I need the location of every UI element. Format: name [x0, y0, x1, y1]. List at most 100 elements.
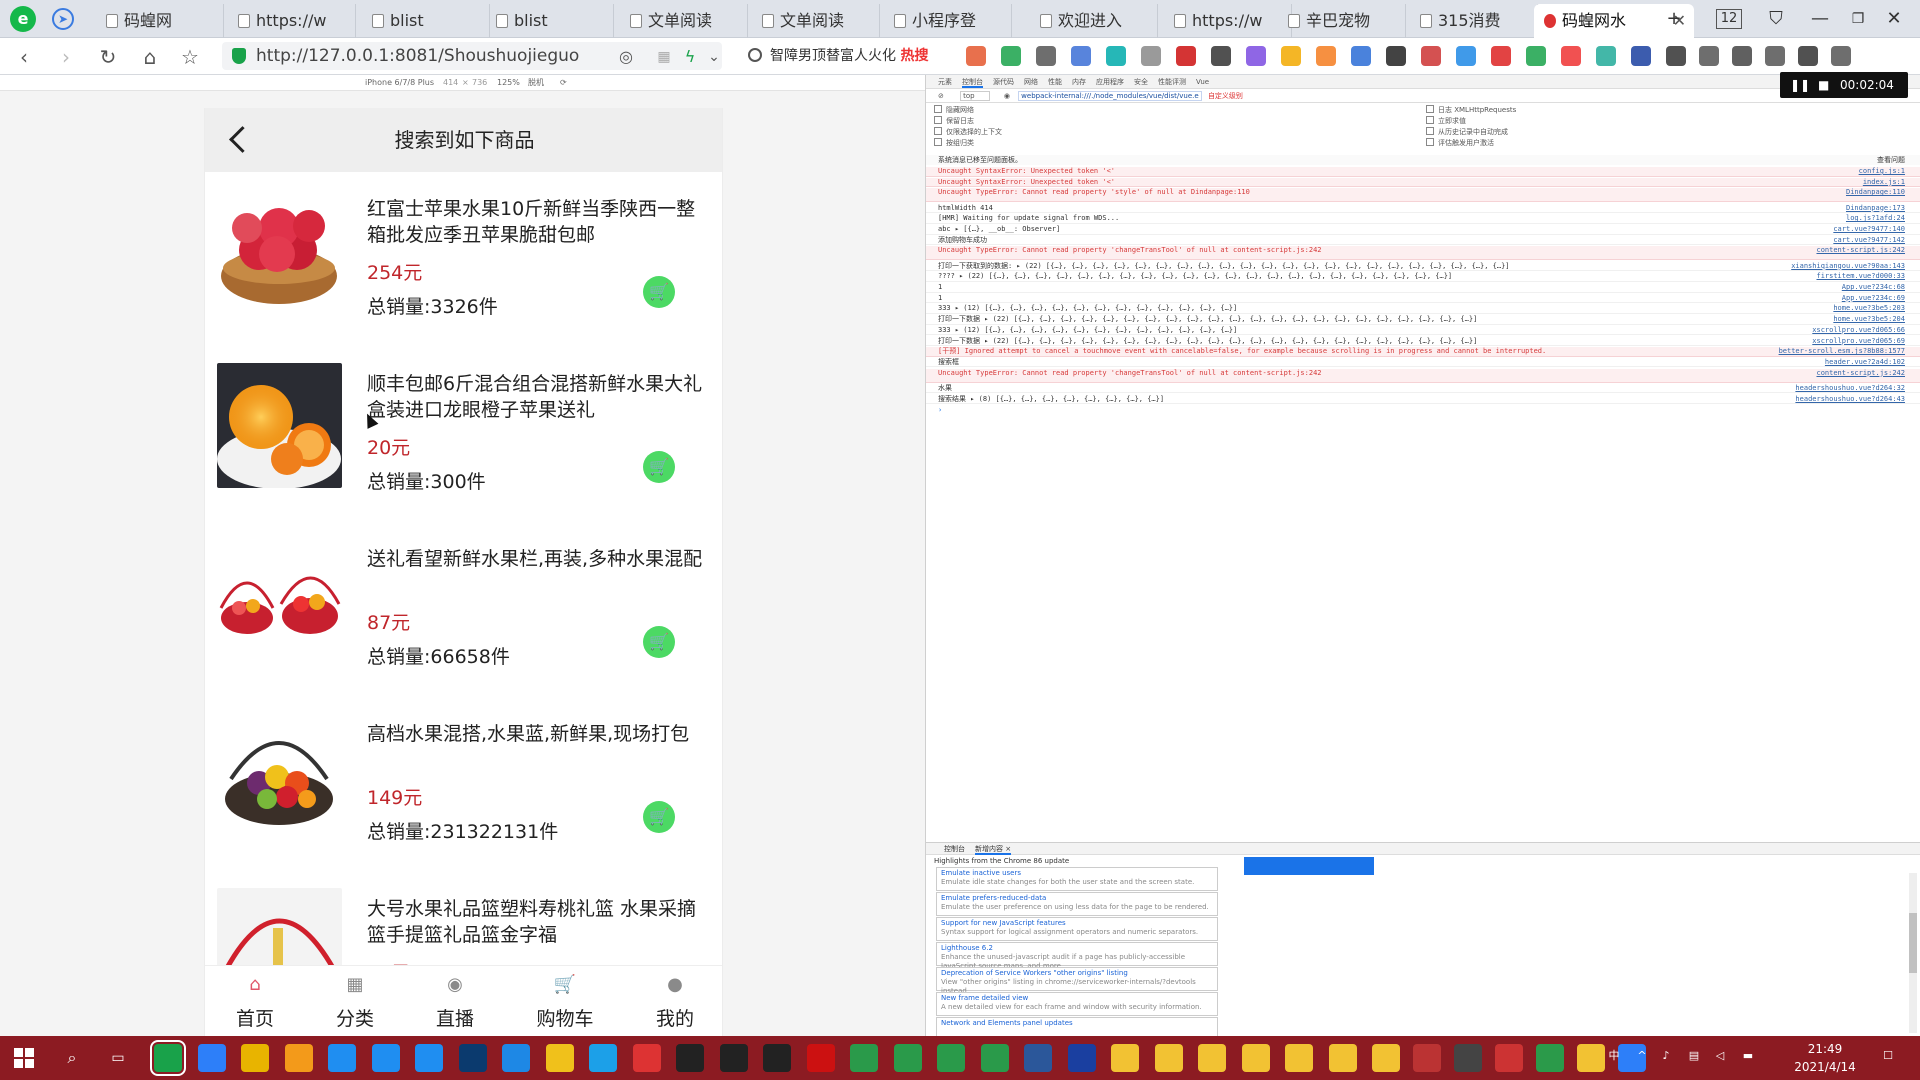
record-app-icon[interactable]: [632, 1044, 661, 1072]
game-icon[interactable]: [1386, 46, 1406, 66]
braces-icon[interactable]: [1141, 46, 1161, 66]
throttle-select[interactable]: 脱机: [528, 75, 544, 91]
console-source-link[interactable]: headershoushuo.vue?d264:43: [1795, 395, 1905, 404]
shield-icon[interactable]: [1281, 46, 1301, 66]
terminal2-app-icon[interactable]: [719, 1044, 748, 1072]
whatsnew-title[interactable]: Network and Elements panel updates: [941, 1019, 1073, 1027]
devtools-tab[interactable]: Vue: [1196, 78, 1209, 86]
devtools-tab[interactable]: 元素: [938, 78, 952, 86]
pycharm2-app-icon[interactable]: [893, 1044, 922, 1072]
console-source-link[interactable]: App.vue?234c:69: [1842, 294, 1905, 303]
undo-icon[interactable]: [1798, 46, 1818, 66]
qr-code-icon[interactable]: ▦: [650, 43, 678, 71]
console-option-checkbox[interactable]: 从历史记录中自动完成: [1426, 127, 1508, 137]
filter-input[interactable]: webpack-internal:///./node_modules/vue/d…: [1018, 91, 1202, 101]
adblock-icon[interactable]: [1561, 46, 1581, 66]
home-icon[interactable]: ⌂: [136, 43, 164, 71]
tabbar-item[interactable]: ⌂ 首页: [205, 966, 305, 1036]
drawer-tab[interactable]: 控制台: [944, 845, 965, 853]
terminal-app-icon[interactable]: [676, 1044, 704, 1072]
console-source-link[interactable]: config.js:1: [1859, 167, 1905, 176]
device-width[interactable]: 414: [443, 75, 458, 91]
devtools-tab[interactable]: 安全: [1134, 78, 1148, 86]
flag-icon[interactable]: [1526, 46, 1546, 66]
menu-icon[interactable]: [1831, 46, 1851, 66]
whatsnew-title[interactable]: Emulate inactive users: [941, 869, 1021, 877]
add-to-cart-icon[interactable]: 🛒: [643, 451, 675, 483]
shirt-skin-icon[interactable]: ⛉: [1764, 6, 1788, 32]
browser-logo-icon[interactable]: e: [10, 6, 36, 32]
cube-icon[interactable]: [1421, 46, 1441, 66]
wechat-app-icon[interactable]: [150, 1040, 186, 1076]
pycharm4-app-icon[interactable]: [980, 1044, 1009, 1072]
product-name[interactable]: 红富士苹果水果10斤新鲜当季陕西一整箱批发应季丑苹果脆甜包邮: [367, 196, 707, 248]
folder-app-icon[interactable]: [1111, 1044, 1139, 1072]
back-icon[interactable]: ‹: [10, 43, 38, 71]
zoom-select[interactable]: 125%: [497, 75, 520, 91]
whatsnew-title[interactable]: Lighthouse 6.2: [941, 944, 993, 952]
terminal3-app-icon[interactable]: [763, 1044, 791, 1072]
browser-tab[interactable]: 文单阅读: [620, 4, 748, 38]
chrome-app-icon[interactable]: [241, 1044, 269, 1072]
stop-icon[interactable]: ■: [1818, 72, 1829, 98]
chevron-up-icon[interactable]: ^: [1634, 1048, 1650, 1064]
palette-icon[interactable]: [1596, 46, 1616, 66]
restore-button[interactable]: ❐: [1846, 6, 1870, 32]
console-source-link[interactable]: better-scroll.esm.js?8b88:1577: [1779, 347, 1905, 356]
console-option-checkbox[interactable]: 仅限选择的上下文: [934, 127, 1002, 137]
console-option-checkbox[interactable]: 按组归类: [934, 138, 974, 148]
screenshot-icon[interactable]: [1071, 46, 1091, 66]
whatsnew-title[interactable]: Emulate prefers-reduced-data: [941, 894, 1046, 902]
url-field[interactable]: http://127.0.0.1:8081/Shoushuojieguo: [222, 42, 722, 70]
crop-icon[interactable]: [1699, 46, 1719, 66]
mail-icon[interactable]: [1491, 46, 1511, 66]
console-source-link[interactable]: xscrollpro.vue?d065:66: [1812, 326, 1905, 335]
files-app-icon[interactable]: [589, 1044, 617, 1072]
notes-icon[interactable]: [1246, 46, 1266, 66]
mail-app-icon[interactable]: [1495, 1044, 1523, 1072]
product-item[interactable]: 送礼看望新鲜水果栏,再装,多种水果混配 87元 总销量:66658件 🛒: [205, 522, 722, 697]
whatsnew-card[interactable]: Emulate prefers-reduced-data Emulate the …: [936, 892, 1218, 916]
tabbar-item[interactable]: ● 我的: [625, 966, 722, 1036]
url-dropdown-chevron-icon[interactable]: ⌄: [700, 43, 728, 71]
console-source-link[interactable]: log.js?1afd:24: [1846, 214, 1905, 223]
close-window-button[interactable]: ✕: [1882, 6, 1906, 32]
scissors-icon[interactable]: [1211, 46, 1231, 66]
forward-icon[interactable]: ›: [52, 43, 80, 71]
pycharm-app-icon[interactable]: [850, 1044, 878, 1072]
console-option-checkbox[interactable]: 日志 XMLHttpRequests: [1426, 105, 1516, 115]
product-image[interactable]: [217, 713, 342, 838]
product-item[interactable]: 高档水果混搭,水果蓝,新鲜果,现场打包 149元 总销量:231322131件 🛒: [205, 697, 722, 872]
devtools-tab[interactable]: 源代码: [993, 78, 1014, 86]
console-source-link[interactable]: index.js:1: [1863, 178, 1905, 187]
windows-start-icon[interactable]: [14, 1048, 34, 1068]
console-source-link[interactable]: firstitem.vue?d000:33: [1816, 272, 1905, 281]
product-name[interactable]: 送礼看望新鲜水果栏,再装,多种水果混配: [367, 546, 707, 572]
brightness-icon[interactable]: [1765, 46, 1785, 66]
video-icon[interactable]: [1176, 46, 1196, 66]
folder6-app-icon[interactable]: [1328, 1044, 1357, 1072]
console-option-checkbox[interactable]: 立即求值: [1426, 116, 1466, 126]
browser-tab[interactable]: 欢迎进入: [1030, 4, 1158, 38]
network-icon[interactable]: ▤: [1686, 1048, 1702, 1064]
whatsnew-title[interactable]: New frame detailed view: [941, 994, 1028, 1002]
console-source-link[interactable]: cart.vue?9477:142: [1833, 236, 1905, 245]
pause-icon[interactable]: ❚❚: [1790, 72, 1810, 98]
bookmark-icon[interactable]: [1631, 46, 1651, 66]
translate2-icon[interactable]: [1456, 46, 1476, 66]
back-arrow-icon[interactable]: [225, 122, 255, 158]
console-source-link[interactable]: home.vue?3be5:203: [1833, 304, 1905, 313]
tabbar-item[interactable]: ◉ 直播: [405, 966, 505, 1036]
folder2-app-icon[interactable]: [1154, 1044, 1183, 1072]
battery-icon[interactable]: ▬: [1740, 1048, 1756, 1064]
product-name[interactable]: 大号水果礼品篮塑料寿桃礼篮 水果采摘篮手提篮礼品篮金字福: [367, 896, 707, 948]
whatsnew-card[interactable]: Emulate inactive users Emulate idle state…: [936, 867, 1218, 891]
reload-icon[interactable]: ↻: [94, 43, 122, 71]
console-source-link[interactable]: headershoushuo.vue?d264:32: [1795, 384, 1905, 393]
console-option-checkbox[interactable]: 评估触发用户激活: [1426, 138, 1494, 148]
add-to-cart-icon[interactable]: 🛒: [643, 626, 675, 658]
add-to-cart-icon[interactable]: 🛒: [643, 276, 675, 308]
chrome2-app-icon[interactable]: [545, 1044, 574, 1072]
browser-search-box[interactable]: 智障男顶替富人火化 热搜: [742, 42, 952, 70]
product-image[interactable]: [217, 188, 342, 313]
